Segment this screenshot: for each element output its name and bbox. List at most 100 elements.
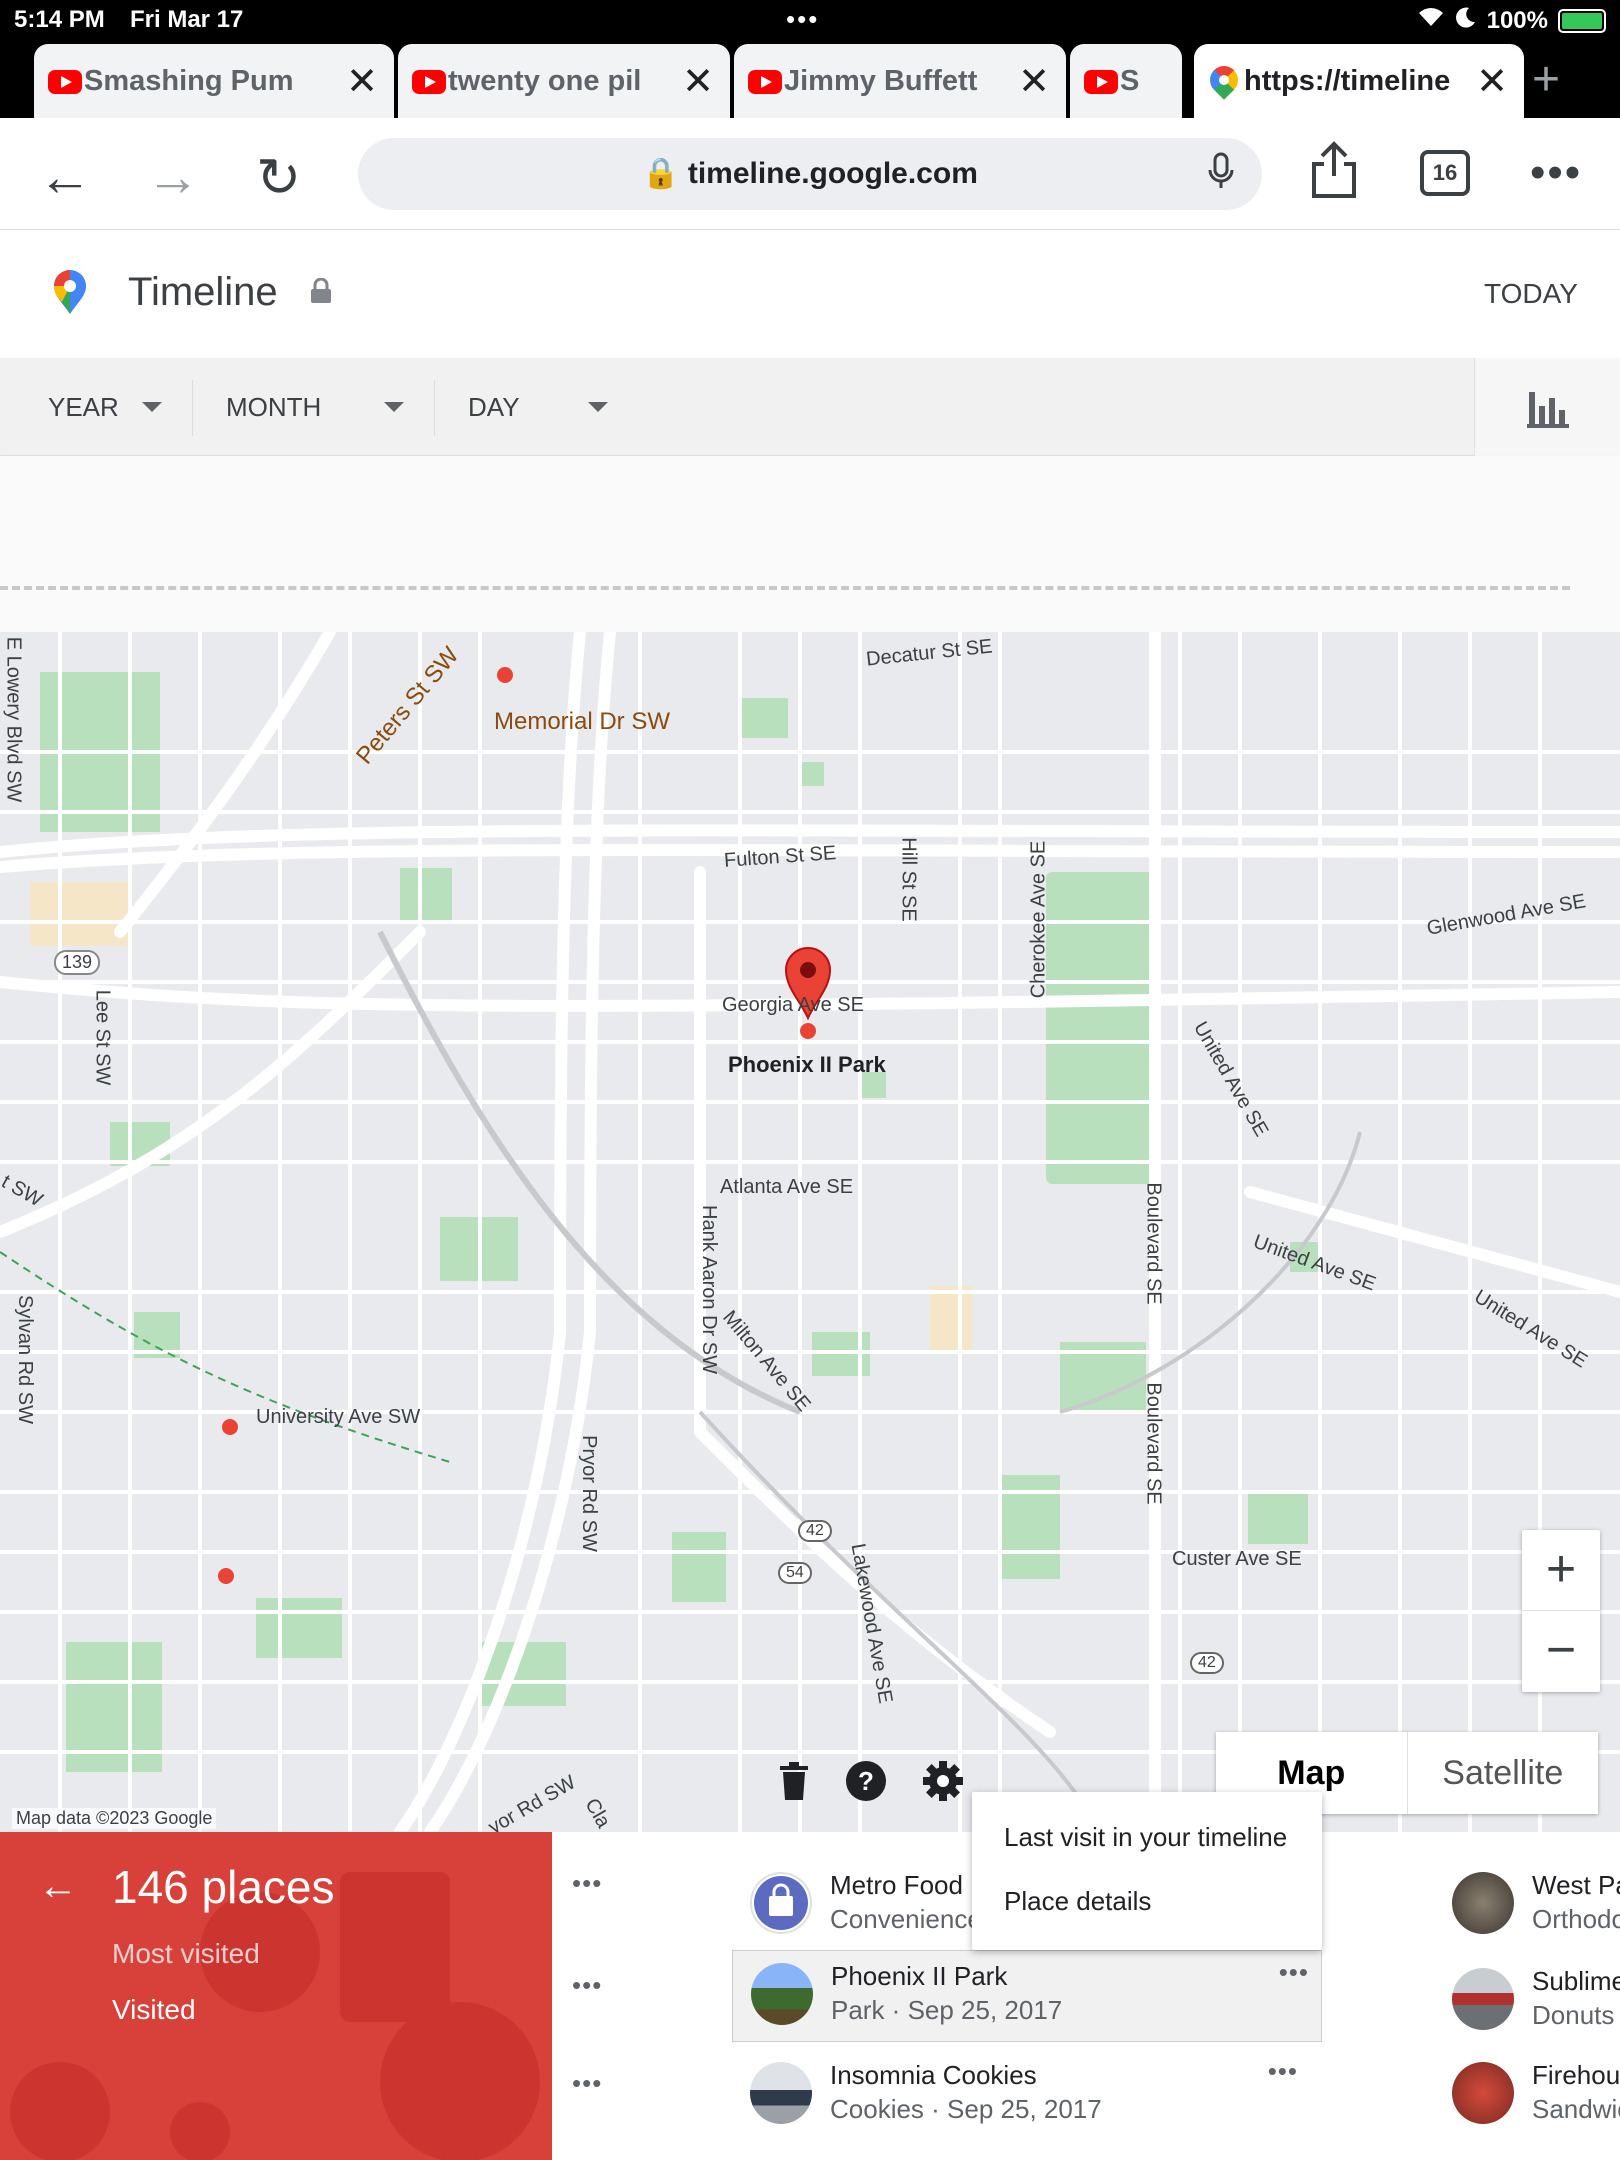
share-icon[interactable] — [1308, 140, 1360, 200]
list-item-insomnia-cookies[interactable]: Insomnia Cookies Cookies · Sep 25, 2017 … — [750, 2050, 1310, 2140]
tab-count-button[interactable]: 16 — [1420, 150, 1470, 196]
status-time: 5:14 PM — [14, 6, 105, 33]
map-label-memorial: Memorial Dr SW — [494, 708, 671, 735]
month-select[interactable]: MONTH — [226, 358, 404, 456]
place-name: West Pa — [1532, 1870, 1620, 1900]
tab-bar: Smashing Pum ✕ twenty one pil ✕ Jimmy Bu… — [0, 40, 1620, 118]
map-label-georgia: Georgia Ave SE — [722, 994, 864, 1016]
list-item-phoenix-park[interactable]: Phoenix II Park Park · Sep 25, 2017 ••• — [732, 1950, 1322, 2042]
map-label-phoenix[interactable]: Phoenix II Park — [728, 1052, 886, 1078]
map-roads — [0, 632, 1620, 1832]
microphone-icon[interactable] — [1208, 152, 1234, 202]
more-options-icon[interactable]: ••• — [1268, 2056, 1298, 2087]
more-options-icon[interactable]: ••• — [1279, 1957, 1309, 1988]
map-label-custer: Custer Ave SE — [1172, 1548, 1302, 1570]
forward-arrow-icon[interactable]: → — [146, 146, 200, 208]
route-shield-42: 42 — [798, 1520, 832, 1542]
more-menu-icon[interactable]: ••• — [1530, 148, 1582, 198]
new-tab-icon[interactable]: + — [1532, 52, 1560, 107]
more-options-icon[interactable]: ••• — [572, 1868, 602, 1899]
page-title: Timeline — [128, 270, 278, 314]
url-text: 🔒 timeline.google.com — [642, 157, 978, 190]
place-subtitle: Sandwic — [1532, 2094, 1620, 2124]
place-photo — [1452, 1872, 1514, 1934]
today-button[interactable]: TODAY — [1484, 278, 1578, 310]
google-maps-logo-icon — [52, 270, 88, 314]
status-right: 100% — [1417, 6, 1606, 35]
menu-item-place-details[interactable]: Place details — [1004, 1886, 1151, 1917]
reload-icon[interactable]: ↻ — [256, 146, 301, 209]
divider — [434, 380, 435, 436]
timeline-dashed-line — [0, 586, 1570, 590]
close-tab-icon[interactable]: ✕ — [1476, 59, 1508, 104]
status-date: Fri Mar 17 — [130, 6, 244, 33]
menu-item-last-visit[interactable]: Last visit in your timeline — [1004, 1822, 1287, 1853]
tab-timeline-active[interactable]: https://timeline ✕ — [1194, 44, 1524, 118]
tab-twenty-one-pilots[interactable]: twenty one pil ✕ — [398, 44, 730, 118]
month-label: MONTH — [226, 391, 322, 422]
map-label-atlanta: Atlanta Ave SE — [720, 1176, 854, 1198]
close-tab-icon[interactable]: ✕ — [682, 59, 714, 104]
date-selector-bar: YEAR MONTH DAY — [0, 358, 1620, 456]
tab-label: Jimmy Buffett — [784, 64, 978, 97]
tab-label: https://timeline — [1244, 64, 1451, 97]
more-options-icon[interactable]: ••• — [572, 2068, 602, 2099]
tab-smashing-pumpkins[interactable]: Smashing Pum ✕ — [34, 44, 394, 118]
youtube-icon — [412, 70, 446, 94]
multitask-dots-icon[interactable]: ••• — [786, 4, 819, 35]
map-view[interactable]: Decatur St SE Peters St SW Memorial Dr S… — [0, 632, 1620, 1832]
bar-chart-icon — [1527, 392, 1569, 428]
place-photo — [751, 1963, 813, 2025]
url-field[interactable]: 🔒 timeline.google.com — [358, 138, 1262, 210]
back-arrow-icon[interactable]: ← — [38, 1864, 78, 1909]
map-attribution: Map data ©2023 Google — [12, 1808, 217, 1829]
timeline-header: Timeline TODAY — [0, 230, 1620, 358]
tab-jimmy-buffett[interactable]: Jimmy Buffett ✕ — [734, 44, 1066, 118]
google-maps-icon — [1204, 60, 1244, 100]
tab-s[interactable]: S — [1070, 44, 1182, 118]
route-shield-139: 139 — [54, 950, 101, 975]
battery-icon — [1558, 8, 1606, 33]
place-subtitle: Convenience — [830, 1904, 982, 1934]
map-label-lee: Lee St SW — [91, 989, 114, 1086]
route-shield-54: 54 — [778, 1562, 812, 1584]
place-subtitle: Donuts — [1532, 2000, 1615, 2030]
lock-icon: 🔒 — [642, 157, 680, 190]
svg-text:?: ? — [858, 1766, 874, 1796]
more-options-icon[interactable]: ••• — [572, 1970, 602, 2001]
year-select[interactable]: YEAR — [48, 358, 162, 456]
place-photo — [1452, 1968, 1514, 2030]
tab-label: S — [1120, 64, 1140, 97]
map-label-lowery: E Lowery Blvd SW — [2, 636, 25, 803]
youtube-icon — [1084, 70, 1118, 94]
tab-most-visited[interactable]: Most visited — [112, 1938, 260, 1970]
map-label-hankaaron: Hank Aaron Dr SW — [697, 1205, 720, 1374]
list-item-sublime[interactable]: Sublime Donuts — [1452, 1956, 1620, 2046]
day-select[interactable]: DAY — [468, 358, 608, 456]
tab-label: twenty one pil — [448, 64, 642, 97]
list-item-firehouse[interactable]: Firehou Sandwic — [1452, 2050, 1620, 2140]
zoom-control: + − — [1522, 1530, 1600, 1692]
map-label-hill: Hill St SE — [897, 837, 920, 922]
youtube-icon — [48, 70, 82, 94]
map-label-boulevard-2: Boulevard SE — [1142, 1382, 1165, 1505]
tab-visited[interactable]: Visited — [112, 1994, 196, 2026]
place-name: Phoenix II Park — [831, 1961, 1008, 1991]
map-label-university: University Ave SW — [256, 1406, 421, 1428]
stats-chart-button[interactable] — [1474, 358, 1620, 456]
back-arrow-icon[interactable]: ← — [38, 146, 92, 208]
place-photo — [1452, 2062, 1514, 2124]
zoom-in-button[interactable]: + — [1522, 1530, 1600, 1611]
zoom-out-button[interactable]: − — [1522, 1611, 1600, 1692]
youtube-icon — [748, 70, 782, 94]
map-label-boulevard-1: Boulevard SE — [1142, 1182, 1165, 1305]
place-subtitle: Park · Sep 25, 2017 — [831, 1995, 1063, 2025]
battery-percent: 100% — [1486, 6, 1548, 34]
close-tab-icon[interactable]: ✕ — [346, 59, 378, 104]
timeline-strip — [0, 456, 1620, 632]
place-photo — [750, 2062, 812, 2124]
close-tab-icon[interactable]: ✕ — [1018, 59, 1050, 104]
moon-icon — [1455, 6, 1477, 35]
map-type-satellite-button[interactable]: Satellite — [1406, 1732, 1599, 1814]
list-item-west-pa[interactable]: West Pa Orthodo — [1452, 1860, 1620, 1950]
